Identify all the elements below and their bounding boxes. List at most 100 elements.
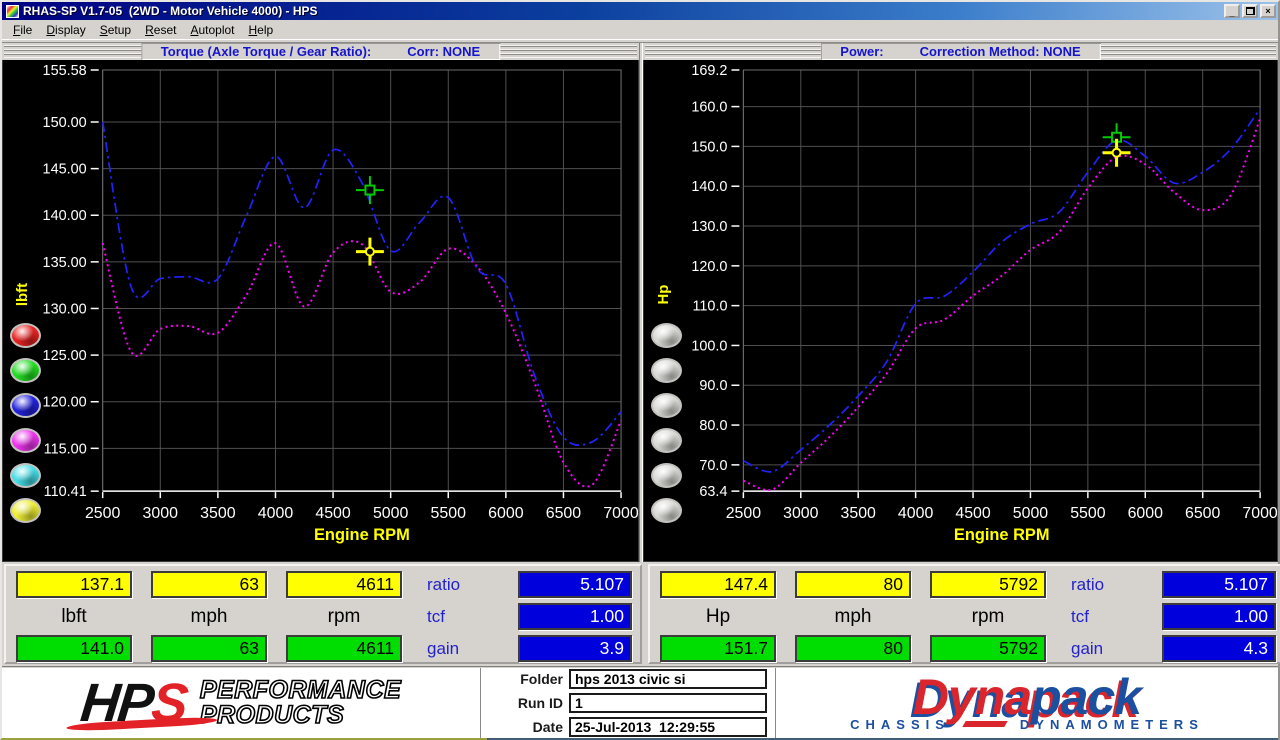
footer: HPS PERFORMANCE PRODUCTS Folder hps 2013 … xyxy=(2,666,1278,738)
svg-text:5500: 5500 xyxy=(431,505,467,522)
date-input[interactable]: 25-Jul-2013 12:29:55 xyxy=(569,717,767,737)
minimize-icon: _ xyxy=(1229,7,1235,18)
folder-input[interactable]: hps 2013 civic si xyxy=(569,669,767,689)
unit-label-rpm: rpm xyxy=(971,605,1005,627)
param-value-tcf: 1.00 xyxy=(1162,603,1276,630)
menu-item-reset[interactable]: Reset xyxy=(138,22,183,38)
power-chart-header: Power: Correction Method: NONE xyxy=(643,43,1278,60)
svg-text:Engine RPM: Engine RPM xyxy=(314,526,410,544)
param-label-ratio: ratio xyxy=(1071,574,1105,594)
menu-item-display[interactable]: Display xyxy=(39,22,92,38)
menu-item-setup[interactable]: Setup xyxy=(93,22,138,38)
torque-curve-select-button-6[interactable] xyxy=(10,498,41,523)
hps-tagline-line2: PRODUCTS xyxy=(199,701,345,729)
svg-text:2500: 2500 xyxy=(85,505,121,522)
torque-chart-panel: Torque (Axle Torque / Gear Ratio): Corr:… xyxy=(2,43,639,562)
title-bar[interactable]: RHAS-SP V1.7-05 (2WD - Motor Vehicle 400… xyxy=(2,2,1278,20)
svg-text:120.0: 120.0 xyxy=(691,259,727,275)
svg-text:110.41: 110.41 xyxy=(44,484,87,500)
unit-label-rpm: rpm xyxy=(327,605,361,627)
svg-text:3500: 3500 xyxy=(841,505,876,522)
plot-border xyxy=(742,69,1261,492)
svg-text:140.0: 140.0 xyxy=(691,179,727,195)
torque-chart-canvas[interactable]: 155.58 150.00 145.00 140.00 135.00 130.00 125.… xyxy=(3,60,638,561)
power-curve-select-button-6[interactable] xyxy=(651,498,682,523)
svg-text:140.00: 140.00 xyxy=(43,208,87,224)
torque-curve-select-button-4[interactable] xyxy=(10,428,41,453)
svg-text:lbft: lbft xyxy=(14,283,31,306)
param-value-gain: 4.3 xyxy=(1162,635,1276,662)
gridlines xyxy=(742,69,1261,492)
run-id-label: Run ID xyxy=(517,695,563,711)
hps-tagline: PERFORMANCE PRODUCTS xyxy=(199,677,401,729)
power-curve-select-button-3[interactable] xyxy=(651,393,682,418)
run-id-input[interactable]: 1 xyxy=(569,693,767,713)
torque-series-run-2-dashdot xyxy=(101,121,622,447)
svg-text:4500: 4500 xyxy=(315,505,351,522)
unit-label-mph: mph xyxy=(834,605,872,627)
cursor-marker-yellow[interactable] xyxy=(1102,138,1131,167)
torque-curve-select-button-1[interactable] xyxy=(10,323,41,348)
cursor2-value-rpm: 5792 xyxy=(930,635,1046,662)
torque-curve-select-button-3[interactable] xyxy=(10,393,41,418)
unit-label-mph: mph xyxy=(190,605,228,627)
torque-curve-select-button-2[interactable] xyxy=(10,358,41,383)
svg-text:7000: 7000 xyxy=(603,505,638,522)
app-window: RHAS-SP V1.7-05 (2WD - Motor Vehicle 400… xyxy=(0,0,1280,740)
menu-item-help[interactable]: Help xyxy=(242,22,281,38)
svg-text:150.0: 150.0 xyxy=(691,139,727,155)
svg-text:5500: 5500 xyxy=(1070,505,1105,522)
svg-text:150.00: 150.00 xyxy=(43,115,87,131)
torque-curve-select-button-5[interactable] xyxy=(10,463,41,488)
power-chart-canvas[interactable]: 169.2 160.0 150.0 140.0 130.0 120.0 110.0 100.0… xyxy=(644,60,1277,561)
charts-row: Torque (Axle Torque / Gear Ratio): Corr:… xyxy=(2,43,1278,562)
power-readout-panel: 147.4 80 5792 ratio 5.107 Hp mph rpm tcf 1.00 151.… xyxy=(648,564,1280,664)
dynapack-wordmark: Dynapack xyxy=(913,672,1142,722)
torque-series-run-1-dotted xyxy=(101,240,622,488)
svg-text:135.00: 135.00 xyxy=(43,255,87,271)
axes xyxy=(731,69,1261,499)
cursor2-value-rpm: 4611 xyxy=(286,635,402,662)
axes xyxy=(90,69,622,499)
svg-text:115.00: 115.00 xyxy=(44,441,87,457)
folder-label: Folder xyxy=(520,671,563,687)
power-curve-select-button-4[interactable] xyxy=(651,428,682,453)
cursor1-value-mph: 80 xyxy=(795,571,911,598)
close-button[interactable]: × xyxy=(1260,4,1276,18)
svg-text:4500: 4500 xyxy=(955,505,990,522)
param-label-tcf: tcf xyxy=(427,606,445,626)
param-label-gain: gain xyxy=(1071,638,1104,658)
svg-text:3000: 3000 xyxy=(783,505,818,522)
svg-text:130.0: 130.0 xyxy=(691,219,727,235)
svg-text:120.00: 120.00 xyxy=(43,395,87,411)
menu-item-file[interactable]: File xyxy=(6,22,39,38)
cursor2-value-mph: 80 xyxy=(795,635,911,662)
menu-bar: File Display Setup Reset Autoplot Help xyxy=(2,20,1278,39)
svg-text:90.0: 90.0 xyxy=(699,378,727,394)
cursor1-value-lbft: 137.1 xyxy=(16,571,132,598)
power-curve-select-button-1[interactable] xyxy=(651,323,682,348)
cursor1-value-rpm: 5792 xyxy=(930,571,1046,598)
dynapack-chassis-text: CHASSIS xyxy=(850,716,950,732)
restore-button[interactable] xyxy=(1242,4,1258,18)
hps-logo: HPS PERFORMANCE PRODUCTS xyxy=(2,673,480,733)
menu-item-autoplot[interactable]: Autoplot xyxy=(183,22,241,38)
cursor1-value-rpm: 4611 xyxy=(286,571,402,598)
power-curve-select-button-2[interactable] xyxy=(651,358,682,383)
cursor1-value-mph: 63 xyxy=(151,571,267,598)
dynapack-dynamometers-text: DYNAMOMETERS xyxy=(1019,716,1204,732)
param-label-ratio: ratio xyxy=(427,574,461,594)
minimize-button[interactable]: _ xyxy=(1224,4,1240,18)
svg-text:70.0: 70.0 xyxy=(699,458,727,474)
svg-text:4000: 4000 xyxy=(898,505,933,522)
svg-text:169.2: 169.2 xyxy=(691,63,727,79)
svg-text:6000: 6000 xyxy=(488,505,524,522)
svg-text:145.00: 145.00 xyxy=(43,162,87,178)
svg-text:Engine RPM: Engine RPM xyxy=(954,526,1050,544)
torque-correction-status: Corr: NONE xyxy=(407,44,481,59)
cursor2-value-mph: 63 xyxy=(151,635,267,662)
power-curve-select-button-5[interactable] xyxy=(651,463,682,488)
svg-text:160.0: 160.0 xyxy=(691,100,727,116)
svg-text:3000: 3000 xyxy=(143,505,179,522)
torque-chart-body: 155.58 150.00 145.00 140.00 135.00 130.00 125.… xyxy=(2,60,639,562)
